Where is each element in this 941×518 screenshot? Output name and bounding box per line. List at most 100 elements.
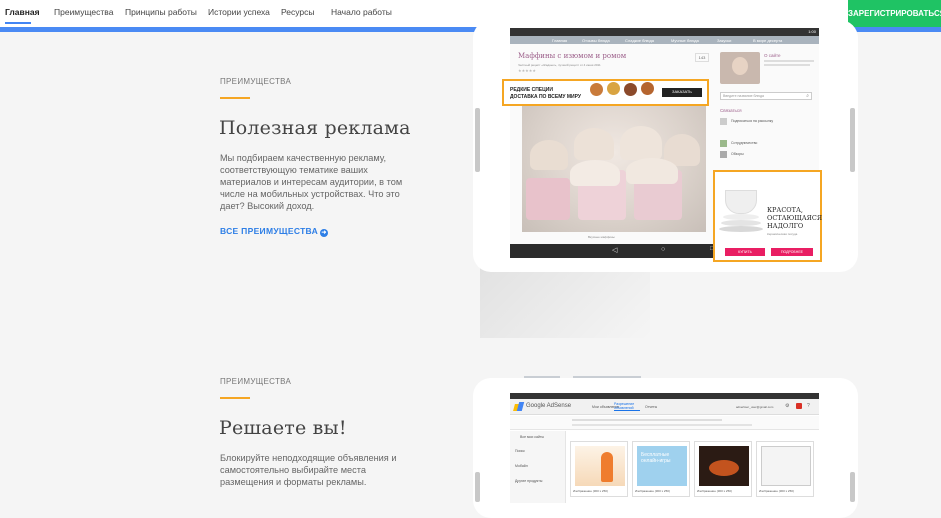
site-nav-item[interactable]: Главная — [552, 38, 567, 43]
post-meta: Честный рецепт «Жадных», лучший рецепт о… — [518, 63, 601, 67]
spice-ad-line1: РЕДКИЕ СПЕЦИИ — [510, 87, 553, 93]
spice-spoon — [624, 83, 637, 96]
figure-shape — [601, 452, 613, 482]
cooperation-icon — [720, 140, 727, 147]
subscribe-item[interactable]: Подписаться на рассылку — [731, 119, 773, 123]
home-icon[interactable]: ○ — [661, 246, 665, 253]
nav-item-home[interactable]: Главная — [5, 7, 40, 17]
cupcake-shape — [574, 128, 614, 160]
spice-spoon — [590, 83, 603, 96]
adsense-tab-active[interactable]: Разрешение объявлений — [614, 402, 640, 411]
adsense-tab[interactable]: Отчеты — [645, 405, 657, 409]
about-line — [764, 64, 810, 66]
site-nav-item[interactable]: Закуски — [717, 38, 731, 43]
adsense-header: Google AdSense Мои объявления Разрешение… — [510, 399, 819, 415]
subscribe-item[interactable]: Обзоры — [731, 152, 744, 156]
all-advantages-link[interactable]: ВСЕ ПРЕИМУЩЕСТВА ➜ — [220, 226, 329, 237]
subscribe-item[interactable]: Сотрудничество — [731, 141, 757, 145]
ad-card[interactable]: Бесплатные онлайн-игры Изображение (300 … — [632, 441, 690, 497]
adsense-app-name: Google AdSense — [526, 403, 572, 409]
gear-icon[interactable]: ⚙ — [785, 403, 789, 409]
sidebar-item[interactable]: Все мои сайты — [520, 435, 544, 439]
ceramics-details-button[interactable]: ПОДРОБНЕЕ — [771, 248, 813, 256]
ad-card-caption: Изображение (300 х 250) — [697, 489, 732, 493]
arrow-right-icon: ➜ — [320, 229, 329, 237]
device1-shadow — [480, 268, 650, 338]
sidebar-item[interactable]: Поиск — [515, 449, 525, 453]
device2-top-button — [573, 376, 641, 378]
section1-body: Мы подбираем качественную рекламу, соотв… — [220, 153, 403, 211]
ad-card-image — [575, 446, 625, 486]
ad-card-image: Бесплатные онлайн-игры — [637, 446, 687, 486]
site-search-input[interactable]: Введите название блюда ⌕ — [720, 92, 812, 100]
site-nav-item[interactable]: В мире десерта — [753, 38, 782, 43]
section2-body: Блокируйте неподходящие объявления и сам… — [220, 453, 397, 487]
plates-image — [719, 182, 763, 244]
post-title[interactable]: Маффины с изюмом и ромом — [518, 52, 626, 60]
device2-frame: Google AdSense Мои объявления Разрешение… — [473, 376, 858, 518]
site-nav-item[interactable]: Сладкие блюда — [625, 38, 654, 43]
ceramics-ad-line: НАДОЛГО — [767, 222, 804, 230]
ad-card-caption: Изображение (300 х 250) — [635, 489, 670, 493]
nav-item-getting-started[interactable]: Начало работы — [331, 7, 392, 17]
spice-spoon — [641, 82, 654, 95]
author-avatar — [720, 52, 760, 84]
adsense-logo-icon — [513, 402, 525, 411]
spice-ad-banner[interactable]: РЕДКИЕ СПЕЦИИ ДОСТАВКА ПО ВСЕМУ МИРУ ЗАК… — [502, 79, 709, 106]
signup-button[interactable]: ЗАРЕГИСТРИРОВАТЬСЯ — [848, 0, 941, 27]
reviews-icon — [720, 151, 727, 158]
back-icon[interactable]: ◁ — [612, 246, 617, 254]
plate-shape — [723, 214, 759, 220]
about-title: О сайте — [764, 53, 781, 58]
device2-left-notch — [475, 472, 480, 502]
food-shape — [709, 460, 739, 476]
spice-ad-line2: ДОСТАВКА ПО ВСЕМУ МИРУ — [510, 94, 581, 100]
site-search-placeholder: Введите название блюда — [723, 94, 764, 98]
device2-screen: Google AdSense Мои объявления Разрешение… — [510, 393, 819, 503]
sidebar-item[interactable]: Другие продукты — [515, 479, 542, 483]
ad-card[interactable]: Изображение (300 х 250) — [756, 441, 814, 497]
subscribe-title: Связаться — [720, 108, 742, 113]
section1-eyebrow: ПРЕИМУЩЕСТВА — [220, 77, 292, 86]
nav-item-principles[interactable]: Принципы работы — [125, 7, 197, 17]
post-image — [522, 100, 706, 232]
avatar-face — [732, 57, 748, 75]
site-nav-item[interactable]: Отзывы блюда — [582, 38, 610, 43]
help-icon[interactable]: ? — [807, 403, 810, 409]
post-rating-stars: ★★★★★ — [518, 68, 536, 73]
cupcake-shape — [626, 158, 678, 184]
device1-status-bar: 1:00 — [510, 28, 819, 36]
spice-order-button[interactable]: ЗАКАЗАТЬ — [662, 88, 702, 97]
ceramics-ad-square[interactable]: КРАСОТА, ОСТАЮЩАЯСЯ НАДОЛГО Керамическая… — [713, 170, 822, 262]
image-caption: Вкусные маффины — [588, 235, 615, 239]
subscribe-icon — [720, 118, 727, 125]
notification-icon[interactable] — [796, 403, 802, 409]
ceramics-ad-line: КРАСОТА, — [767, 206, 803, 214]
cup-shape — [725, 190, 757, 214]
sidebar-item[interactable]: Мобайл — [515, 464, 528, 468]
device1-status-time: 1:00 — [808, 29, 816, 34]
ad-card-image-text: Бесплатные онлайн-игры — [641, 452, 671, 464]
search-icon[interactable]: ⌕ — [806, 93, 809, 99]
spice-spoons-image — [588, 81, 658, 104]
site-nav-item[interactable]: Мучные блюда — [671, 38, 699, 43]
ceramics-ad-line: ОСТАЮЩАЯСЯ — [767, 214, 823, 222]
nav-item-advantages[interactable]: Преимущества — [54, 7, 113, 17]
ceramics-buy-button[interactable]: КУПИТЬ — [725, 248, 765, 256]
nav-active-indicator — [5, 22, 31, 24]
ceramics-ad-headline: КРАСОТА, ОСТАЮЩАЯСЯ НАДОЛГО — [767, 206, 822, 230]
toolbar-line — [572, 419, 722, 421]
section2-title: Решаете вы! — [219, 417, 347, 439]
nav-item-success-stories[interactable]: Истории успеха — [208, 7, 270, 17]
ad-card[interactable]: Изображение (300 х 250) — [570, 441, 628, 497]
nav-item-resources[interactable]: Ресурсы — [281, 7, 315, 17]
spice-spoon — [607, 82, 620, 95]
section1-title: Полезная реклама — [219, 117, 411, 139]
device1-left-notch — [475, 108, 480, 172]
adsense-subtoolbar — [510, 416, 819, 430]
device2-right-notch — [850, 472, 855, 502]
ad-card[interactable]: Изображение (300 х 250) — [694, 441, 752, 497]
ad-card-caption: Изображение (300 х 250) — [759, 489, 794, 493]
cupcake-shape — [620, 126, 662, 160]
device1-right-notch — [850, 108, 855, 172]
